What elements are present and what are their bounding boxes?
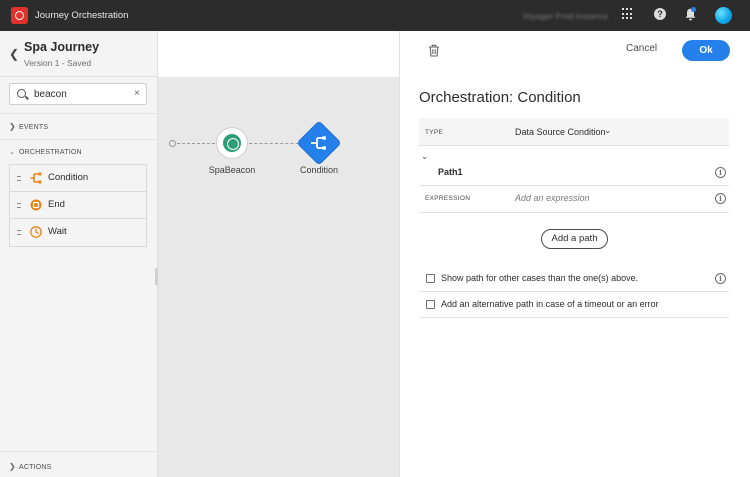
palette-item-label: End [48, 199, 65, 210]
chevron-down-icon: ⌄ [9, 149, 16, 156]
orchestration-list: Condition End Wait [9, 164, 147, 247]
chevron-right-icon: ❯ [9, 122, 16, 131]
delete-trash-icon[interactable] [428, 44, 440, 57]
user-avatar[interactable] [715, 7, 732, 24]
palette-item-condition[interactable]: Condition [10, 165, 146, 192]
app-title: Journey Orchestration [35, 10, 129, 21]
connector-line [177, 143, 215, 144]
node-label: Condition [299, 165, 339, 175]
search-input[interactable] [34, 87, 130, 102]
divider [0, 139, 157, 140]
info-icon[interactable]: i [715, 167, 726, 178]
left-panel: ❮ Spa Journey Version 1 - Saved × ❯EVENT… [0, 31, 160, 477]
info-icon[interactable]: i [715, 273, 726, 284]
timeout-checkbox[interactable] [426, 300, 435, 309]
journey-canvas[interactable]: SpaBeacon Condition [158, 77, 399, 477]
other-cases-label: Show path for other cases than the one(s… [441, 273, 639, 283]
type-label: TYPE [425, 129, 444, 136]
section-actions[interactable]: ❯ ACTIONS [9, 462, 52, 471]
timeout-label: Add an alternative path in case of a tim… [441, 299, 659, 309]
cancel-button[interactable]: Cancel [626, 43, 657, 54]
section-events[interactable]: ❯ EVENTS [9, 122, 48, 131]
drag-handle-icon[interactable] [17, 203, 21, 208]
divider [419, 291, 729, 292]
palette-search[interactable]: × [9, 83, 147, 105]
adobe-logo-icon[interactable] [11, 7, 28, 24]
add-path-button[interactable]: Add a path [541, 229, 608, 249]
canvas-header [158, 31, 399, 77]
condition-icon [30, 172, 42, 184]
chevron-right-icon: ❯ [9, 462, 16, 471]
start-node[interactable] [169, 140, 176, 147]
condition-icon [311, 136, 326, 150]
palette-item-wait[interactable]: Wait [10, 219, 146, 246]
properties-panel: Cancel Ok Orchestration: Condition TYPE … [399, 31, 750, 477]
path-name[interactable]: Path1 [438, 167, 463, 177]
event-icon [223, 134, 241, 152]
divider [419, 317, 729, 318]
journey-version: Version 1 - Saved [24, 58, 92, 68]
wait-icon [30, 226, 42, 238]
path-collapse-chevron-icon[interactable]: ⌄ [421, 151, 429, 162]
drag-handle-icon[interactable] [17, 176, 21, 181]
clear-search-icon[interactable]: × [134, 88, 140, 99]
node-label: SpaBeacon [208, 165, 256, 175]
section-orchestration[interactable]: ⌄ ORCHESTRATION [9, 148, 82, 156]
palette-item-label: Wait [48, 226, 67, 237]
divider [419, 185, 729, 186]
top-bar: Journey Orchestration [0, 0, 750, 31]
info-icon[interactable]: i [715, 193, 726, 204]
help-icon[interactable]: ? [654, 8, 666, 20]
journey-name: Spa Journey [24, 40, 100, 54]
chevron-down-icon[interactable]: ⌄ [604, 125, 612, 136]
ok-button[interactable]: Ok [682, 40, 730, 61]
instance-name[interactable]: Voyager Prod Instance [522, 11, 608, 21]
expression-input[interactable]: Add an expression [515, 193, 590, 203]
type-row: TYPE Data Source Condition ⌄ [419, 118, 729, 146]
node-spabeacon[interactable] [216, 127, 248, 159]
drag-handle-icon[interactable] [17, 230, 21, 235]
divider [0, 113, 157, 114]
connector-line [249, 143, 304, 144]
divider [0, 451, 157, 452]
other-cases-checkbox[interactable] [426, 274, 435, 283]
back-chevron-icon[interactable]: ❮ [9, 47, 19, 61]
app-switcher-icon[interactable] [622, 8, 634, 20]
palette-item-label: Condition [48, 172, 89, 183]
end-icon [30, 199, 42, 211]
type-dropdown[interactable]: Data Source Condition [515, 127, 606, 137]
journey-header: ❮ Spa Journey Version 1 - Saved [0, 31, 157, 77]
notification-badge [691, 7, 696, 12]
divider [419, 212, 729, 213]
panel-title: Orchestration: Condition [419, 89, 581, 106]
expression-label: EXPRESSION [425, 195, 471, 202]
palette-item-end[interactable]: End [10, 192, 146, 219]
search-icon [17, 89, 26, 98]
